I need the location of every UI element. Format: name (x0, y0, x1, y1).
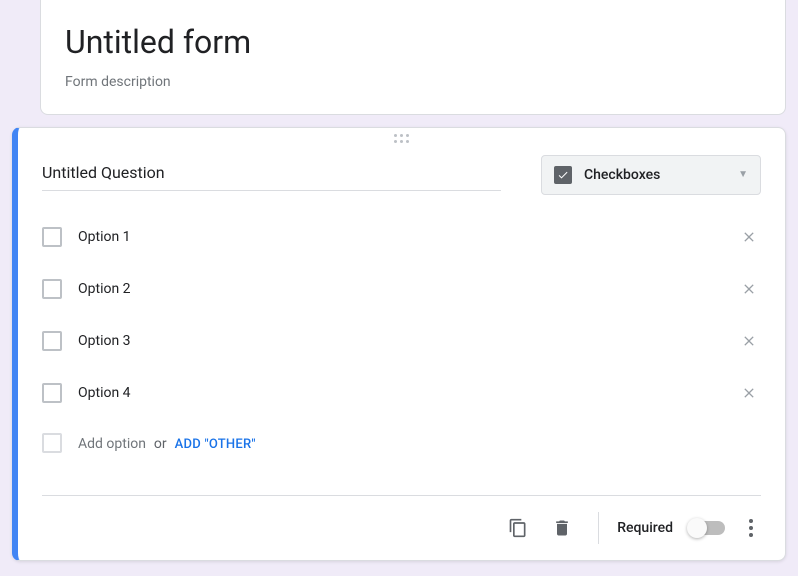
checkbox-icon (42, 433, 62, 453)
add-option-row: Add option or ADD "OTHER" (42, 423, 761, 463)
checkbox-icon (42, 227, 62, 247)
option-row: Option 3 (42, 319, 761, 363)
option-label[interactable]: Option 4 (78, 385, 721, 401)
question-card: Untitled Question Checkboxes ▼ Option 1 … (12, 127, 786, 561)
option-label[interactable]: Option 1 (78, 229, 721, 245)
question-footer: Required (42, 495, 761, 560)
checkbox-icon (42, 279, 62, 299)
close-icon[interactable] (737, 329, 761, 353)
close-icon[interactable] (737, 381, 761, 405)
delete-button[interactable] (544, 510, 580, 546)
question-title-input[interactable]: Untitled Question (42, 155, 501, 191)
form-description[interactable]: Form description (65, 74, 761, 90)
divider (598, 512, 599, 544)
form-title[interactable]: Untitled form (65, 22, 761, 64)
option-label[interactable]: Option 2 (78, 281, 721, 297)
option-row: Option 2 (42, 267, 761, 311)
checkbox-icon (554, 166, 572, 184)
checkbox-icon (42, 383, 62, 403)
close-icon[interactable] (737, 277, 761, 301)
duplicate-button[interactable] (500, 510, 536, 546)
close-icon[interactable] (737, 225, 761, 249)
more-options-button[interactable] (741, 511, 761, 545)
add-option-button[interactable]: Add option (78, 436, 146, 452)
question-type-selector[interactable]: Checkboxes ▼ (541, 155, 761, 195)
question-type-label: Checkboxes (584, 167, 726, 183)
drag-handle[interactable] (18, 128, 785, 147)
question-header: Untitled Question Checkboxes ▼ (18, 147, 785, 195)
required-toggle[interactable] (689, 521, 725, 535)
add-other-button[interactable]: ADD "OTHER" (175, 437, 256, 452)
options-list: Option 1 Option 2 Option 3 Option 4 (18, 195, 785, 471)
form-header-card: Untitled form Form description (40, 0, 786, 115)
checkbox-icon (42, 331, 62, 351)
option-row: Option 4 (42, 371, 761, 415)
option-row: Option 1 (42, 215, 761, 259)
option-label[interactable]: Option 3 (78, 333, 721, 349)
chevron-down-icon: ▼ (738, 169, 748, 180)
or-label: or (154, 436, 167, 452)
required-label: Required (617, 520, 673, 536)
